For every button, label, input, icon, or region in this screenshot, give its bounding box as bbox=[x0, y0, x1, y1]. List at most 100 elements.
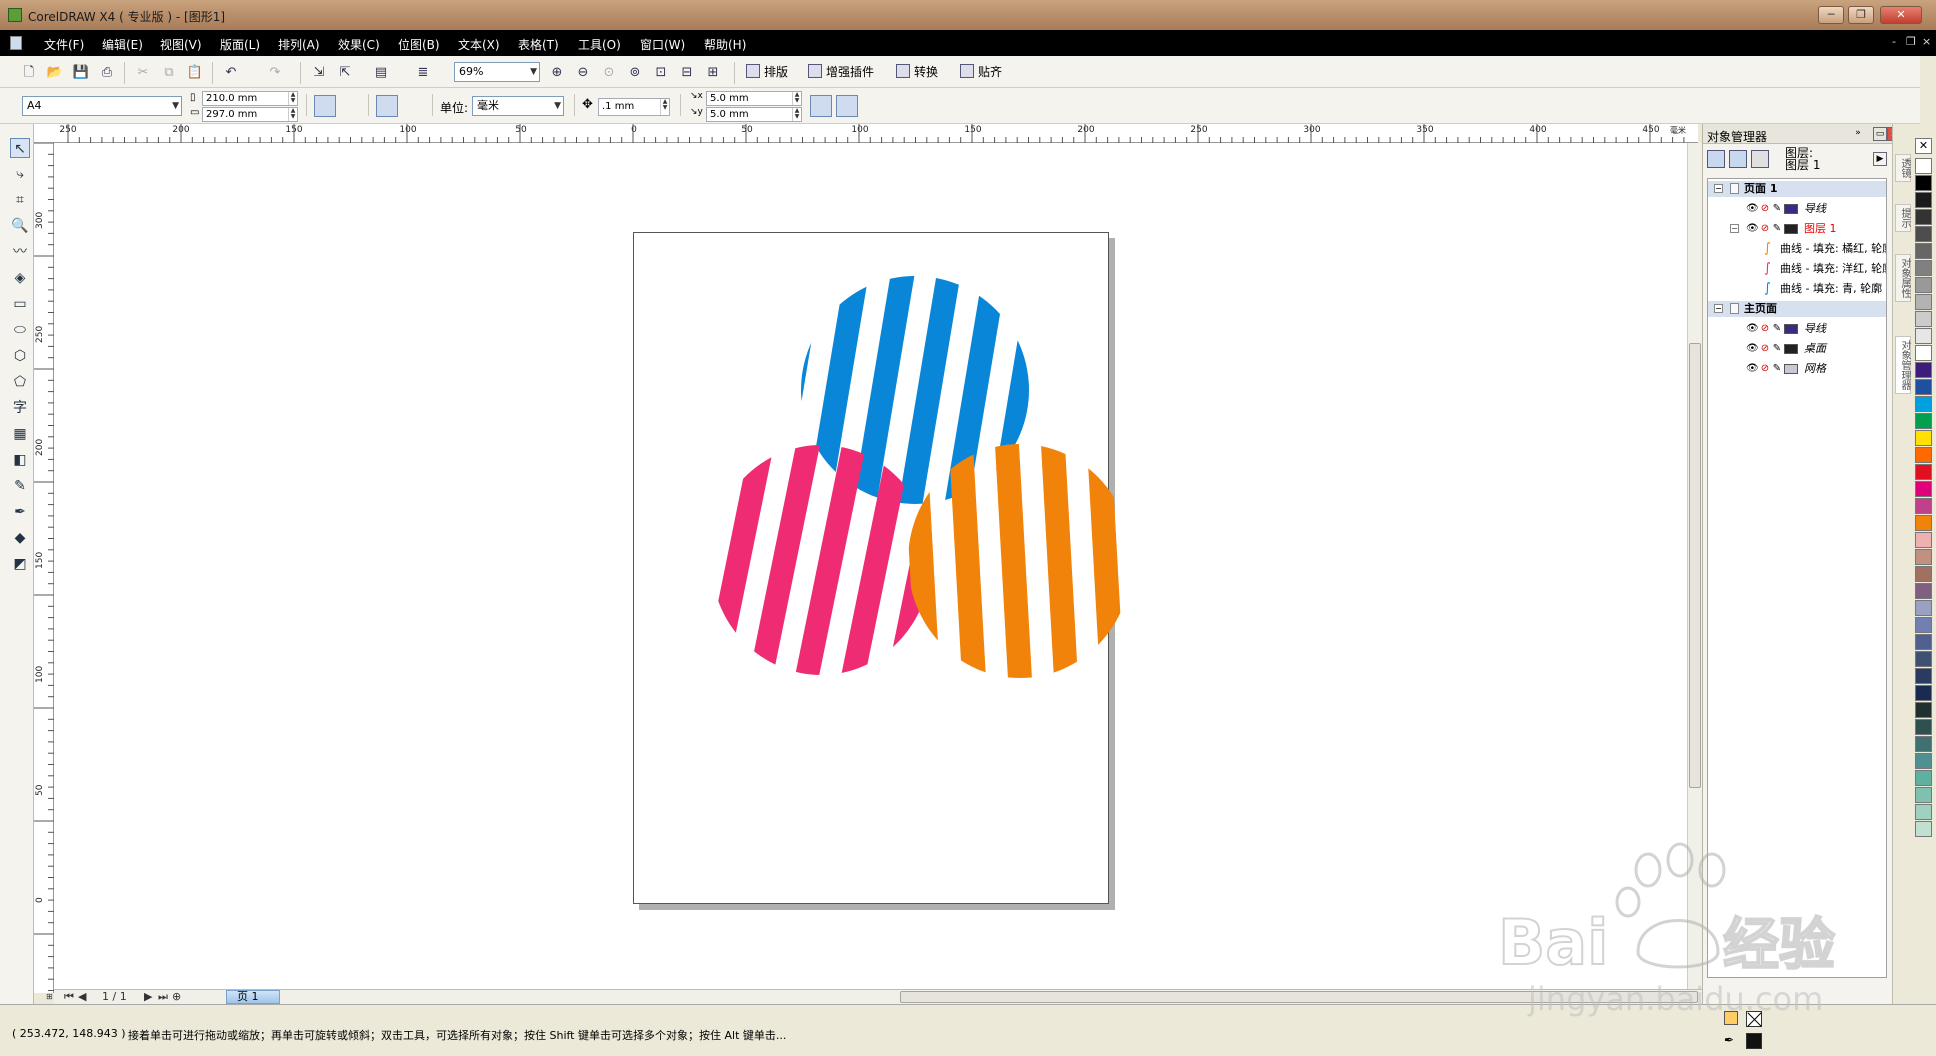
palette-color-swatch[interactable] bbox=[1915, 532, 1932, 548]
palette-color-swatch[interactable] bbox=[1915, 158, 1932, 174]
menu-bitmaps[interactable]: 位图(B) bbox=[398, 36, 440, 53]
layout-button[interactable]: 排版 bbox=[746, 64, 788, 80]
palette-color-swatch[interactable] bbox=[1915, 328, 1932, 344]
next-page-icon[interactable]: ▶ bbox=[144, 990, 152, 1004]
pick-tool-icon[interactable]: ↖ bbox=[10, 138, 30, 158]
new-document-icon[interactable]: 🗋 bbox=[20, 64, 38, 82]
tab-object-properties[interactable]: 对象属性 bbox=[1895, 254, 1911, 302]
menu-window[interactable]: 窗口(W) bbox=[640, 36, 685, 53]
palette-color-swatch[interactable] bbox=[1915, 192, 1932, 208]
close-button[interactable]: ✕ bbox=[1880, 6, 1922, 24]
palette-color-swatch[interactable] bbox=[1915, 345, 1932, 361]
duplicate-y-field[interactable]: 5.0 mm ▲ ▼ bbox=[706, 107, 802, 122]
tree-object-node[interactable]: ∫ 曲线 - 填充: 洋红, 轮廓 bbox=[1708, 261, 1886, 277]
outline-tool-icon[interactable]: ✒ bbox=[10, 502, 30, 522]
spinner-icon[interactable]: ▲ ▼ bbox=[288, 92, 297, 105]
cut-icon[interactable]: ✂ bbox=[134, 64, 152, 82]
no-color-swatch[interactable]: ✕ bbox=[1915, 138, 1932, 154]
collapse-icon[interactable]: − bbox=[1714, 184, 1723, 193]
eye-icon[interactable]: 👁 bbox=[1746, 324, 1759, 334]
eye-icon[interactable]: 👁 bbox=[1746, 344, 1759, 354]
print-toggle-icon[interactable]: ⊘ bbox=[1760, 204, 1770, 214]
outline-pen-icon[interactable]: ✒ bbox=[1724, 1033, 1738, 1049]
fill-bucket-icon[interactable] bbox=[1724, 1011, 1738, 1025]
zoom-selected-icon[interactable]: ⊙ bbox=[600, 64, 618, 82]
menu-table[interactable]: 表格(T) bbox=[518, 36, 559, 53]
first-page-icon[interactable]: ⏮ bbox=[64, 990, 74, 1004]
interactive-fill-tool-icon[interactable]: ◩ bbox=[10, 554, 30, 574]
rectangle-tool-icon[interactable]: ▭ bbox=[10, 294, 30, 314]
menu-effects[interactable]: 效果(C) bbox=[338, 36, 380, 53]
spinner-icon[interactable]: ▲ ▼ bbox=[792, 92, 801, 105]
smart-fill-tool-icon[interactable]: ◈ bbox=[10, 268, 30, 288]
tree-layer-node[interactable]: 👁 ⊘ ✎ 桌面 bbox=[1708, 341, 1886, 357]
palette-color-swatch[interactable] bbox=[1915, 804, 1932, 820]
all-pages-icon[interactable] bbox=[376, 95, 398, 117]
prev-page-icon[interactable]: ◀ bbox=[78, 990, 86, 1004]
tab-hints[interactable]: 提示 bbox=[1895, 204, 1911, 232]
palette-color-swatch[interactable] bbox=[1915, 430, 1932, 446]
palette-color-swatch[interactable] bbox=[1915, 685, 1932, 701]
palette-color-swatch[interactable] bbox=[1915, 226, 1932, 242]
zoom-levels-combo[interactable]: 69% ▼ bbox=[454, 62, 540, 82]
landscape-icon[interactable] bbox=[340, 95, 362, 117]
tree-layer-node[interactable]: − 👁 ⊘ ✎ 图层 1 bbox=[1708, 221, 1886, 237]
undo-icon[interactable]: ↶ bbox=[222, 64, 240, 82]
layer-manager-view-icon[interactable] bbox=[1751, 150, 1769, 168]
ellipse-tool-icon[interactable]: ⬭ bbox=[10, 320, 30, 340]
palette-color-swatch[interactable] bbox=[1915, 668, 1932, 684]
nudge-distance-field[interactable]: .1 mm ▲ ▼ bbox=[598, 98, 670, 116]
menu-help[interactable]: 帮助(H) bbox=[704, 36, 746, 53]
welcome-screen-icon[interactable]: ≣ bbox=[414, 64, 432, 82]
palette-color-swatch[interactable] bbox=[1915, 175, 1932, 191]
palette-color-swatch[interactable] bbox=[1915, 379, 1932, 395]
palette-color-swatch[interactable] bbox=[1915, 651, 1932, 667]
collapse-icon[interactable]: − bbox=[1714, 304, 1723, 313]
horizontal-ruler[interactable]: 250 200 150 100 50 0 50 100 150 200 250 … bbox=[48, 124, 1698, 143]
palette-color-swatch[interactable] bbox=[1915, 600, 1932, 616]
palette-color-swatch[interactable] bbox=[1915, 311, 1932, 327]
fill-tool-icon[interactable]: ◆ bbox=[10, 528, 30, 548]
snap-to-objects-icon[interactable] bbox=[836, 95, 858, 117]
palette-color-swatch[interactable] bbox=[1915, 362, 1932, 378]
palette-color-swatch[interactable] bbox=[1915, 277, 1932, 293]
save-icon[interactable]: 💾 bbox=[72, 64, 90, 82]
redo-icon[interactable]: ↷ bbox=[266, 64, 284, 82]
menu-layout[interactable]: 版面(L) bbox=[220, 36, 260, 53]
eyedropper-tool-icon[interactable]: ✎ bbox=[10, 476, 30, 496]
vertical-ruler[interactable]: 300 250 200 150 100 50 0 bbox=[34, 143, 54, 993]
collapse-icon[interactable]: − bbox=[1730, 224, 1739, 233]
doc-minimize-button[interactable]: - bbox=[1892, 35, 1896, 48]
drawing-canvas[interactable] bbox=[54, 143, 1687, 989]
snap-button[interactable]: 贴齐 bbox=[960, 64, 1002, 80]
zoom-all-objects-icon[interactable]: ⊚ bbox=[626, 64, 644, 82]
duplicate-x-field[interactable]: 5.0 mm ▲ ▼ bbox=[706, 91, 802, 106]
portrait-icon[interactable] bbox=[314, 95, 336, 117]
docker-expand-icon[interactable]: » bbox=[1851, 127, 1865, 141]
interactive-blend-tool-icon[interactable]: ◧ bbox=[10, 450, 30, 470]
minimize-button[interactable]: ─ bbox=[1818, 6, 1844, 24]
no-fill-icon[interactable] bbox=[1746, 1011, 1762, 1027]
tab-object-manager[interactable]: 对象管理器 bbox=[1895, 336, 1911, 394]
palette-color-swatch[interactable] bbox=[1915, 515, 1932, 531]
palette-color-swatch[interactable] bbox=[1915, 634, 1932, 650]
print-toggle-icon[interactable]: ⊘ bbox=[1760, 344, 1770, 354]
tree-object-node[interactable]: ∫ 曲线 - 填充: 青, 轮廓 bbox=[1708, 281, 1886, 297]
zoom-in-icon[interactable]: ⊕ bbox=[548, 64, 566, 82]
docker-menu-arrow-icon[interactable]: ▶ bbox=[1873, 152, 1887, 166]
palette-color-swatch[interactable] bbox=[1915, 413, 1932, 429]
spinner-icon[interactable]: ▲ ▼ bbox=[288, 108, 297, 121]
export-icon[interactable]: ⇱ bbox=[336, 64, 354, 82]
palette-color-swatch[interactable] bbox=[1915, 702, 1932, 718]
print-toggle-icon[interactable]: ⊘ bbox=[1760, 224, 1770, 234]
unit-combo[interactable]: 毫米 ▼ bbox=[472, 96, 564, 116]
menu-tools[interactable]: 工具(O) bbox=[578, 36, 621, 53]
lock-pen-icon[interactable]: ✎ bbox=[1772, 204, 1782, 214]
vertical-scroll-thumb[interactable] bbox=[1689, 343, 1701, 788]
tab-lens[interactable]: 透镜 bbox=[1895, 154, 1911, 182]
tree-layer-node[interactable]: 👁 ⊘ ✎ 导线 bbox=[1708, 321, 1886, 337]
spinner-icon[interactable]: ▲ ▼ bbox=[792, 108, 801, 121]
paper-size-combo[interactable]: A4 ▼ bbox=[22, 96, 182, 116]
convert-button[interactable]: 转换 bbox=[896, 64, 938, 80]
palette-color-swatch[interactable] bbox=[1915, 566, 1932, 582]
